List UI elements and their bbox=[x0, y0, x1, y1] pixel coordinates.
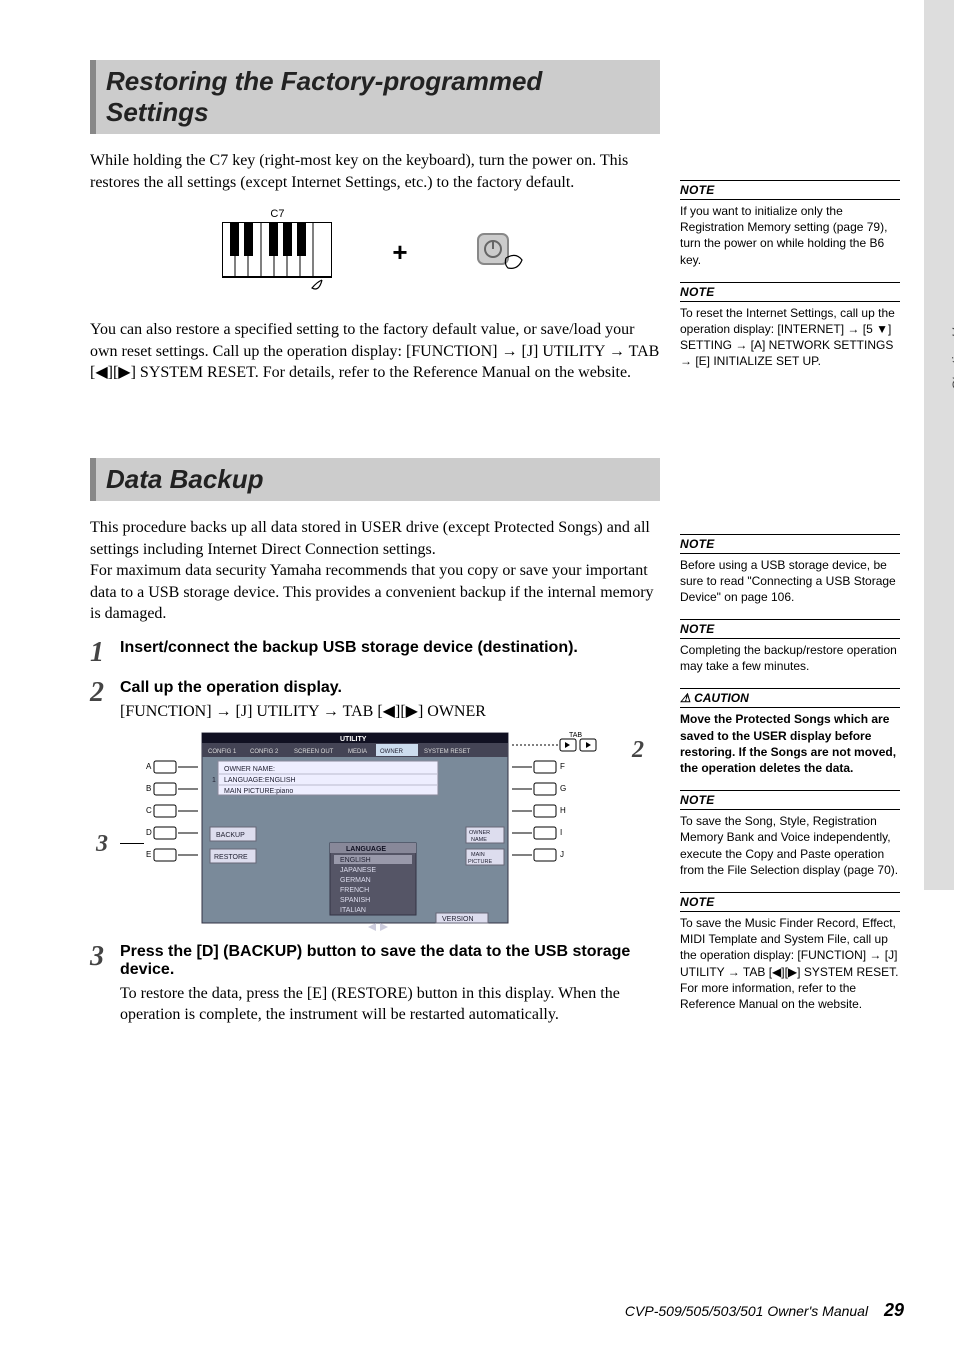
svg-text:1: 1 bbox=[212, 777, 216, 784]
caution-body: Move the Protected Songs which are saved… bbox=[680, 708, 900, 776]
illustration-row: C7 + bbox=[90, 207, 660, 297]
svg-text:I: I bbox=[560, 828, 562, 837]
note-block: NOTE To save the Song, Style, Registrati… bbox=[680, 790, 900, 878]
side-tab-bar bbox=[924, 0, 954, 890]
svg-text:F: F bbox=[560, 762, 565, 771]
note-body: If you want to initialize only the Regis… bbox=[680, 200, 900, 268]
callout-3: 3 bbox=[96, 831, 108, 858]
svg-text:LANGUAGE:ENGLISH: LANGUAGE:ENGLISH bbox=[224, 777, 296, 784]
note-block: NOTE If you want to initialize only the … bbox=[680, 180, 900, 268]
caution-label: ⚠ CAUTION bbox=[680, 688, 900, 708]
restore-intro: While holding the C7 key (right-most key… bbox=[90, 150, 660, 193]
keyboard-icon bbox=[222, 222, 332, 292]
svg-text:E: E bbox=[146, 850, 151, 859]
svg-text:H: H bbox=[560, 806, 566, 815]
note-body: To save the Song, Style, Registration Me… bbox=[680, 810, 900, 878]
svg-text:SPANISH: SPANISH bbox=[340, 897, 370, 904]
svg-text:G: G bbox=[560, 784, 566, 793]
note-block: NOTE Completing the backup/restore opera… bbox=[680, 619, 900, 674]
page-footer: CVP-509/505/503/501 Owner's Manual 29 bbox=[0, 1300, 954, 1321]
svg-text:MAIN PICTURE:piano: MAIN PICTURE:piano bbox=[224, 788, 293, 795]
svg-text:OWNER: OWNER bbox=[380, 749, 404, 755]
callout-2: 2 bbox=[632, 737, 644, 764]
section-heading-backup: Data Backup bbox=[90, 458, 660, 501]
svg-text:B: B bbox=[146, 784, 151, 793]
svg-text:TAB: TAB bbox=[569, 732, 582, 739]
power-press-icon bbox=[468, 222, 528, 282]
svg-text:CONFIG 2: CONFIG 2 bbox=[250, 749, 279, 755]
svg-text:CONFIG 1: CONFIG 1 bbox=[208, 749, 237, 755]
svg-text:MEDIA: MEDIA bbox=[348, 749, 367, 755]
svg-text:OWNER: OWNER bbox=[469, 830, 490, 836]
note-block: NOTE Before using a USB storage device, … bbox=[680, 534, 900, 606]
note-body: To save the Music Finder Record, Effect,… bbox=[680, 912, 900, 1012]
svg-text:MAIN: MAIN bbox=[471, 852, 485, 858]
svg-text:SYSTEM RESET: SYSTEM RESET bbox=[424, 749, 471, 755]
svg-text:FRENCH: FRENCH bbox=[340, 887, 369, 894]
svg-text:NAME: NAME bbox=[471, 837, 487, 843]
plus-icon: + bbox=[392, 237, 407, 268]
step-number: 2 bbox=[90, 679, 120, 707]
note-block: NOTE To reset the Internet Settings, cal… bbox=[680, 282, 900, 370]
svg-text:J: J bbox=[560, 850, 564, 859]
manual-title: CVP-509/505/503/501 Owner's Manual bbox=[625, 1303, 868, 1319]
backup-intro: This procedure backs up all data stored … bbox=[90, 517, 660, 625]
svg-text:ENGLISH: ENGLISH bbox=[340, 857, 371, 864]
step3-title: Press the [D] (BACKUP) button to save th… bbox=[120, 943, 660, 979]
caution-block: ⚠ CAUTION Move the Protected Songs which… bbox=[680, 688, 900, 776]
svg-text:A: A bbox=[146, 762, 152, 771]
note-label: NOTE bbox=[680, 790, 900, 810]
note-block: NOTE To save the Music Finder Record, Ef… bbox=[680, 892, 900, 1012]
svg-text:ITALIAN: ITALIAN bbox=[340, 907, 366, 914]
svg-text:OWNER NAME:: OWNER NAME: bbox=[224, 766, 275, 773]
step-number: 3 bbox=[90, 943, 120, 971]
note-body: Before using a USB storage device, be su… bbox=[680, 554, 900, 606]
note-label: NOTE bbox=[680, 180, 900, 200]
step-number: 1 bbox=[90, 639, 120, 667]
svg-text:RESTORE: RESTORE bbox=[214, 854, 248, 861]
svg-text:JAPANESE: JAPANESE bbox=[340, 867, 376, 874]
utility-display-figure: 3 2 A B C D E F G H I J bbox=[140, 731, 610, 931]
note-label: NOTE bbox=[680, 282, 900, 302]
section-heading-restore: Restoring the Factory-programmed Setting… bbox=[90, 60, 660, 134]
svg-text:VERSION: VERSION bbox=[442, 916, 474, 923]
svg-text:GERMAN: GERMAN bbox=[340, 877, 371, 884]
svg-text:LANGUAGE: LANGUAGE bbox=[346, 846, 386, 853]
svg-text:D: D bbox=[146, 828, 152, 837]
svg-text:SCREEN OUT: SCREEN OUT bbox=[294, 749, 334, 755]
note-label: NOTE bbox=[680, 619, 900, 639]
restore-detail: You can also restore a specified setting… bbox=[90, 319, 660, 384]
svg-text:PICTURE: PICTURE bbox=[468, 859, 492, 865]
step2-text: [FUNCTION] → [J] UTILITY → TAB [◀][▶] OW… bbox=[120, 701, 660, 723]
svg-text:UTILITY: UTILITY bbox=[340, 736, 367, 743]
step2-title: Call up the operation display. bbox=[120, 679, 660, 697]
svg-text:BACKUP: BACKUP bbox=[216, 832, 245, 839]
note-body: Completing the backup/restore operation … bbox=[680, 639, 900, 674]
note-label: NOTE bbox=[680, 534, 900, 554]
step3-text: To restore the data, press the [E] (REST… bbox=[120, 983, 660, 1026]
side-tab-label: Starting Up bbox=[949, 320, 954, 390]
page-number: 29 bbox=[884, 1300, 904, 1320]
svg-text:C: C bbox=[146, 806, 152, 815]
step1-title: Insert/connect the backup USB storage de… bbox=[120, 639, 660, 657]
note-body: To reset the Internet Settings, call up … bbox=[680, 302, 900, 370]
c7-label: C7 bbox=[222, 208, 332, 220]
note-label: NOTE bbox=[680, 892, 900, 912]
